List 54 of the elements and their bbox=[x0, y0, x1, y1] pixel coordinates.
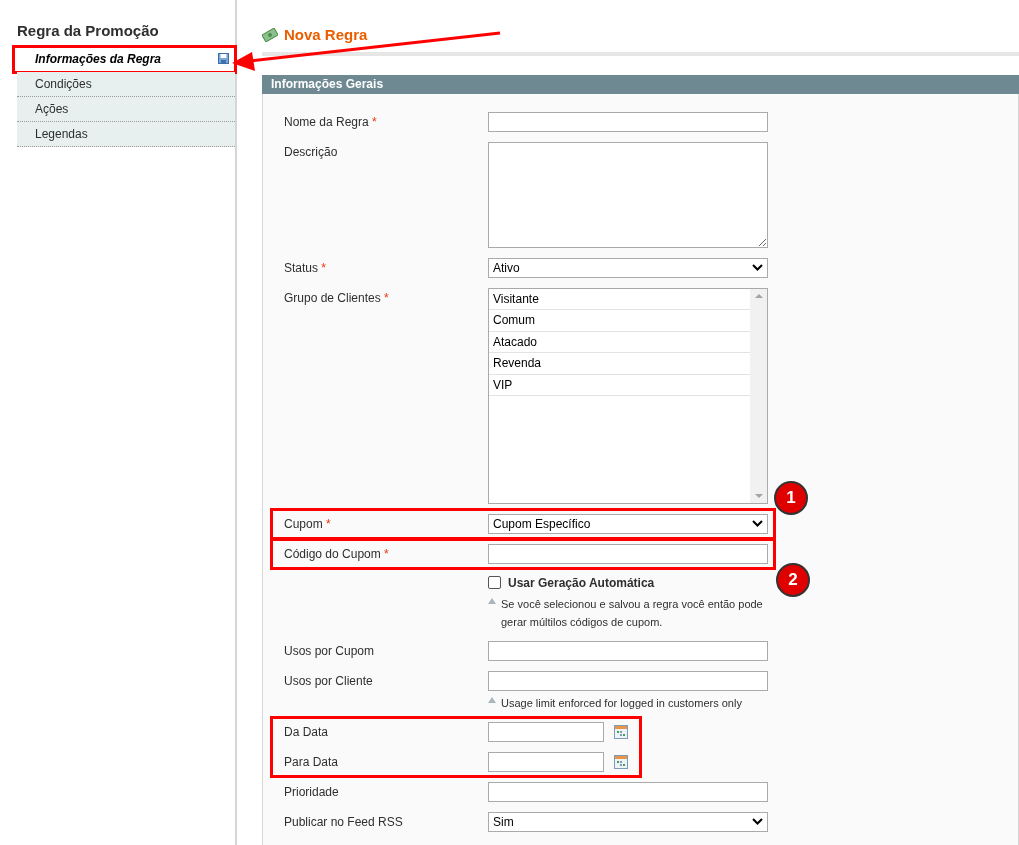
sidebar-tab[interactable]: Legendas bbox=[17, 121, 235, 147]
sidebar-tab[interactable]: Condições bbox=[17, 71, 235, 97]
text-field[interactable] bbox=[488, 640, 768, 661]
hint-text: Se você selecionou e salvou a regra você então pode gerar múltilos códigos de cupom. bbox=[501, 596, 764, 630]
list-option[interactable]: Comum bbox=[489, 310, 750, 332]
triangle-icon bbox=[488, 597, 496, 604]
field-label: Usos por Cliente bbox=[284, 672, 373, 689]
field-label: Cupom * bbox=[284, 515, 331, 532]
sidebar-tab[interactable]: Ações bbox=[17, 96, 235, 122]
text-field[interactable] bbox=[488, 111, 768, 132]
number-badge: 1 bbox=[774, 480, 808, 515]
checkbox[interactable] bbox=[488, 576, 501, 589]
text-field[interactable] bbox=[488, 543, 768, 564]
dropdown[interactable]: Cupom Específico bbox=[488, 513, 768, 534]
save-icon bbox=[218, 53, 229, 64]
checkbox-label: Usar Geração Automática bbox=[508, 574, 655, 592]
field-label: Status * bbox=[284, 259, 327, 276]
money-icon bbox=[262, 28, 278, 43]
field-label: Grupo de Clientes * bbox=[284, 289, 389, 306]
dropdown[interactable]: Sim bbox=[488, 811, 768, 832]
field-label: Prioridade bbox=[284, 783, 339, 800]
scrollbar[interactable] bbox=[750, 288, 767, 503]
dropdown[interactable]: Ativo bbox=[488, 257, 768, 278]
sidebar-title: Regra da Promoção bbox=[17, 21, 160, 41]
page-title: Nova Regra bbox=[284, 25, 368, 45]
text-field[interactable] bbox=[488, 670, 768, 691]
list-option[interactable]: Revenda bbox=[489, 353, 750, 375]
number-badge: 2 bbox=[776, 562, 810, 597]
text-field[interactable] bbox=[488, 781, 768, 802]
list-option[interactable]: VIP bbox=[489, 374, 750, 396]
field-label: Código do Cupom * bbox=[284, 545, 389, 562]
scroll-down-icon[interactable] bbox=[754, 493, 763, 498]
scroll-up-icon[interactable] bbox=[754, 293, 763, 298]
chevron-icon bbox=[752, 264, 763, 271]
date-field[interactable] bbox=[488, 721, 604, 742]
hint-text: Usage limit enforced for logged in customers only bbox=[501, 695, 742, 711]
list-option[interactable]: Atacado bbox=[489, 331, 750, 353]
field-label: Descrição bbox=[284, 143, 338, 160]
date-field[interactable] bbox=[488, 751, 604, 772]
triangle-icon bbox=[488, 696, 496, 703]
field-label: Para Data bbox=[284, 753, 339, 770]
list-option[interactable]: Visitante bbox=[489, 288, 750, 310]
calendar-icon[interactable] bbox=[614, 724, 628, 739]
chevron-icon bbox=[752, 520, 763, 527]
text-area[interactable] bbox=[488, 141, 768, 248]
list-box[interactable]: Visitante Comum Atacado Revenda VIP bbox=[488, 287, 768, 504]
calendar-icon[interactable] bbox=[614, 754, 628, 769]
field-label: Da Data bbox=[284, 723, 329, 740]
sidebar-tab[interactable]: Informações da Regra bbox=[14, 46, 235, 72]
chevron-icon bbox=[752, 818, 763, 825]
field-label: Nome da Regra * bbox=[284, 113, 377, 130]
section-header: Informações Gerais bbox=[262, 74, 1019, 94]
field-label: Publicar no Feed RSS bbox=[284, 813, 403, 830]
field-label: Usos por Cupom bbox=[284, 642, 375, 659]
